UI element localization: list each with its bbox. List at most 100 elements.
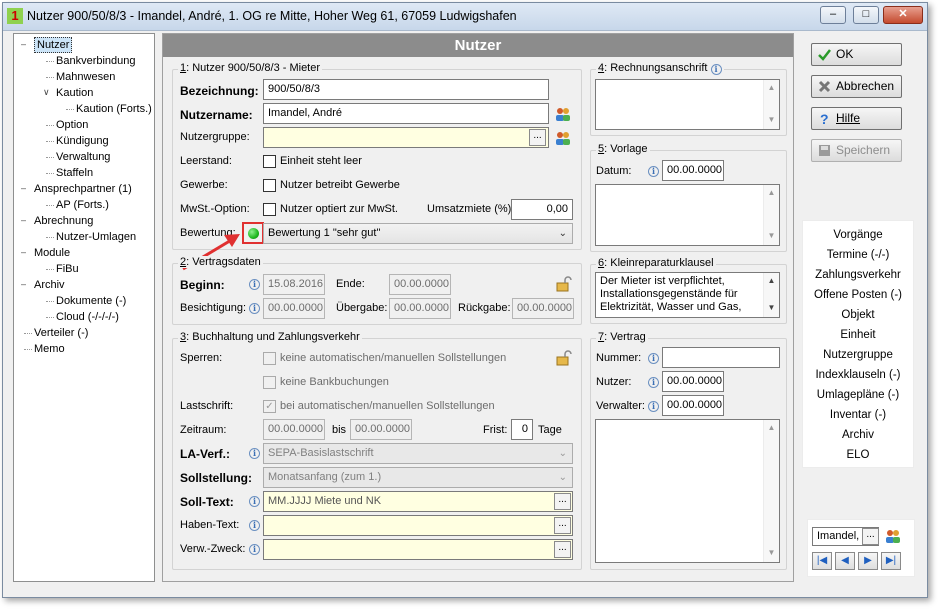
sperren-sollstellungen-checkbox[interactable] (263, 352, 276, 365)
related-link[interactable]: Archiv (803, 429, 913, 441)
collapse-icon[interactable]: – (21, 279, 26, 289)
verwalter-datum-field[interactable]: 00.00.0000 (662, 395, 724, 416)
related-link[interactable]: Indexklauseln (-) (803, 369, 913, 381)
navigator-browse-button[interactable]: ... (862, 528, 879, 545)
info-icon[interactable]: i (648, 377, 659, 388)
sollstellung-select[interactable]: Monatsanfang (zum 1.) ⌄ (263, 467, 573, 488)
verwzweck-field[interactable] (263, 539, 573, 560)
nutzer-datum-field[interactable]: 00.00.0000 (662, 371, 724, 392)
info-icon[interactable]: i (249, 448, 260, 459)
tree-item[interactable]: Ansprechpartner (1) (34, 181, 132, 197)
leerstand-checkbox[interactable] (263, 155, 276, 168)
info-icon[interactable]: i (249, 544, 260, 555)
collapse-icon[interactable]: – (21, 39, 26, 49)
zeitraum-von-field[interactable]: 00.00.0000 (263, 419, 325, 440)
collapse-icon[interactable]: – (21, 215, 26, 225)
vorlage-textarea[interactable]: ▲ ▼ (595, 184, 780, 246)
contacts-icon[interactable] (554, 105, 572, 123)
ende-field[interactable]: 00.00.0000 (389, 274, 451, 295)
tree-item[interactable]: Verteiler (-) (34, 325, 88, 341)
scrollbar[interactable]: ▲ ▼ (763, 80, 779, 129)
related-link[interactable]: Vorgänge (803, 229, 913, 241)
close-button[interactable]: ✕ (883, 6, 923, 24)
chevron-down-icon[interactable]: ∨ (43, 87, 50, 98)
tree-item[interactable]: Memo (34, 341, 65, 357)
scrollbar[interactable]: ▲ ▼ (763, 273, 779, 317)
last-record-icon[interactable]: ▶| (881, 552, 901, 570)
minimize-button[interactable]: – (820, 6, 846, 24)
habentext-field[interactable] (263, 515, 573, 536)
bewertung-select[interactable]: Bewertung 1 "sehr gut" ⌄ (263, 223, 573, 244)
next-record-icon[interactable]: ▶ (858, 552, 878, 570)
mwst-checkbox[interactable] (263, 203, 276, 216)
abbrechen-button[interactable]: Abbrechen (811, 75, 902, 98)
lastschrift-checkbox[interactable]: ✓ (263, 400, 276, 413)
tree-item[interactable]: Staffeln (56, 165, 93, 181)
tree-item[interactable]: Archiv (34, 277, 65, 293)
frist-field[interactable]: 0 (511, 419, 533, 440)
tree-item[interactable]: Abrechnung (34, 213, 93, 229)
collapse-icon[interactable]: – (21, 247, 26, 257)
scrollbar[interactable]: ▲ ▼ (763, 185, 779, 245)
tree-item[interactable]: AP (Forts.) (56, 197, 109, 213)
tree-item[interactable]: Kaution (Forts.) (76, 101, 152, 117)
rechnungsanschrift-textarea[interactable]: ▲ ▼ (595, 79, 780, 130)
vertrag-textarea[interactable]: ▲ ▼ (595, 419, 780, 563)
info-icon[interactable]: i (648, 353, 659, 364)
info-icon[interactable]: i (648, 401, 659, 412)
besichtigung-field[interactable]: 00.00.0000 (263, 298, 325, 319)
tree-item[interactable]: Bankverbindung (56, 53, 136, 69)
tree-item[interactable]: Option (56, 117, 88, 133)
info-icon[interactable]: i (249, 279, 260, 290)
related-link[interactable]: Einheit (803, 329, 913, 341)
related-link[interactable]: ELO (803, 449, 913, 461)
sperren-bankbuchungen-checkbox[interactable] (263, 376, 276, 389)
zeitraum-bis-field[interactable]: 00.00.0000 (350, 419, 412, 440)
beginn-field[interactable]: 15.08.2016 (263, 274, 325, 295)
scrollbar[interactable]: ▲ ▼ (763, 420, 779, 562)
info-icon[interactable]: i (648, 166, 659, 177)
speichern-button[interactable]: Speichern (811, 139, 902, 162)
related-link[interactable]: Inventar (-) (803, 409, 913, 421)
solltext-browse-button[interactable]: ... (554, 493, 571, 510)
contacts-icon[interactable] (884, 527, 902, 545)
nutzergruppe-browse-button[interactable]: ... (529, 129, 546, 146)
ok-button[interactable]: OK (811, 43, 902, 66)
group-contacts-icon[interactable] (554, 129, 572, 147)
nummer-field[interactable] (662, 347, 780, 368)
related-link[interactable]: Objekt (803, 309, 913, 321)
tree-item[interactable]: Kündigung (56, 133, 109, 149)
datum-field[interactable]: 00.00.0000 (662, 160, 724, 181)
related-link[interactable]: Offene Posten (-) (803, 289, 913, 301)
gewerbe-checkbox[interactable] (263, 179, 276, 192)
nutzername-field[interactable]: Imandel, André (263, 103, 549, 124)
collapse-icon[interactable]: – (21, 183, 26, 193)
previous-record-icon[interactable]: ◀ (835, 552, 855, 570)
info-icon[interactable]: i (249, 303, 260, 314)
related-link[interactable]: Zahlungsverkehr (803, 269, 913, 281)
info-icon[interactable]: i (710, 64, 722, 75)
tree-item[interactable]: Kaution (56, 85, 93, 101)
lock-open-icon[interactable] (554, 349, 572, 367)
tree-item[interactable]: Verwaltung (56, 149, 110, 165)
verwzweck-browse-button[interactable]: ... (554, 541, 571, 558)
habentext-browse-button[interactable]: ... (554, 517, 571, 534)
uebergabe-field[interactable]: 00.00.0000 (389, 298, 451, 319)
tree-item[interactable]: Dokumente (-) (56, 293, 126, 309)
rueckgabe-field[interactable]: 00.00.0000 (512, 298, 574, 319)
nutzergruppe-field[interactable] (263, 127, 549, 148)
related-link[interactable]: Umlagepläne (-) (803, 389, 913, 401)
tree-item[interactable]: Module (34, 245, 70, 261)
lock-open-icon[interactable] (554, 275, 572, 293)
tree-item[interactable]: FiBu (56, 261, 79, 277)
hilfe-button[interactable]: ? Hilfe (811, 107, 902, 130)
maximize-button[interactable]: □ (853, 6, 879, 24)
solltext-field[interactable]: MM.JJJJ Miete und NK (263, 491, 573, 512)
tree-item[interactable]: Cloud (-/-/-/-) (56, 309, 119, 325)
laverf-select[interactable]: SEPA-Basislastschrift ⌄ (263, 443, 573, 464)
bezeichnung-field[interactable]: 900/50/8/3 (263, 79, 549, 100)
tree-item[interactable]: Mahnwesen (56, 69, 115, 85)
first-record-icon[interactable]: |◀ (812, 552, 832, 570)
info-icon[interactable]: i (249, 496, 260, 507)
related-link[interactable]: Nutzergruppe (803, 349, 913, 361)
